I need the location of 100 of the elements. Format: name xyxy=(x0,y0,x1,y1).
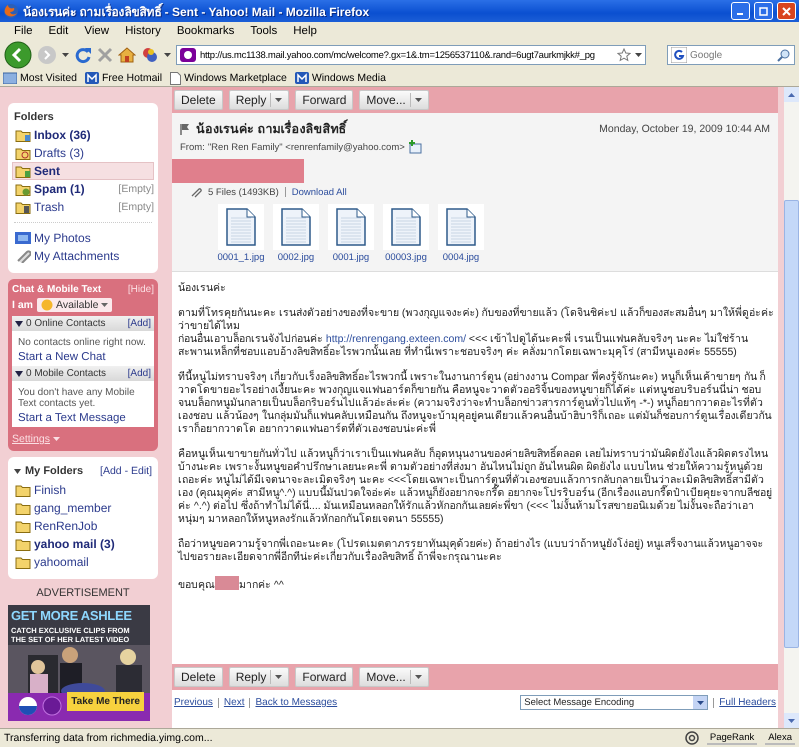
close-icon[interactable] xyxy=(782,6,791,16)
expand-triangle-icon xyxy=(15,370,23,376)
body-text: ถือว่าหนูขอความรู้จากพี่เถอะนะคะ (โปรดเมตตาภรรยาทันมุคุด้วยค่ะ) ถ้าอย่างไร (แบบว่าถ้าหนูยังโง่อยู่) หนูเสร็จงานแล้วหนูอาจจะไปขอรายละเอียดจากพี่อีกทีน่ะค่ะเกี่ยวกับเรื่องลิขสิทธิ์ ถ้าพี่จะกรุณานะคะ xyxy=(178,538,765,564)
flag-icon[interactable] xyxy=(180,123,190,135)
caret-icon xyxy=(52,437,60,441)
scrollbar[interactable] xyxy=(784,87,799,728)
folder-link[interactable]: Sent xyxy=(12,162,154,180)
message-action-button[interactable]: Move... xyxy=(359,90,429,110)
message-action-button[interactable]: Forward xyxy=(295,667,354,687)
folder-link[interactable]: Drafts (3) xyxy=(12,144,154,162)
addon-icon[interactable] xyxy=(141,46,159,64)
ad-button[interactable]: Take Me There xyxy=(67,692,144,711)
sender-address: "Ren Ren Family" <renrenfamily@yahoo.com> xyxy=(208,142,405,152)
message-action-button[interactable]: Delete xyxy=(174,667,223,687)
attachment-summary: 5 Files (1493KB) xyxy=(208,186,279,198)
add-edit-link[interactable]: [Add - Edit] xyxy=(100,465,152,477)
maximize-button[interactable] xyxy=(754,2,773,20)
status-item[interactable]: Alexa xyxy=(765,732,795,744)
menu-item[interactable]: View xyxy=(76,25,118,37)
folder-link[interactable]: gang_member xyxy=(12,499,154,517)
message-action-button[interactable]: Forward xyxy=(295,90,354,110)
maximize-icon[interactable] xyxy=(759,6,768,16)
folder-link[interactable]: Finish xyxy=(12,481,154,499)
encoding-select[interactable]: Select Message Encoding xyxy=(520,695,708,710)
menu-item[interactable]: Edit xyxy=(40,25,76,37)
body-text: คือหนูเห็นเขาขายกันทั่วไป แล้วหนูก็ว่าเราเป็นแฟนคลับ ก็อุดหนุนงานของค่ายลิขสิทธิ์ตลอด เลยไม่ทราบว่ามันผิดยังไงแล้วผิดตรงไหนบ้างนะคะ เพราะงั้นหนูขอคำปรึกษาเลยนะคะพี่ ตามตัวอย่างที่ส่งมา อันไหนไม่ถูก อันไหนผิด ผิดยังไง แบบไหน ช่วยให้ความรู้หนูด้วยเถอะค่ะ หนูไม่ได้มีเจตนาจะละเมิดจริงๆ นะคะ <<<โดยเฉพาะเป็นการ์ตูนที่ตัวเองชอบแล้วการกลับกลายเป็นว่าละเมิดลิขสิทธิ์สามีตัวเอง (คุณมุคุค่ะ สามีหนู^.^) แบบนี้มันปวดใจอ่ะค่ะ แล้วหนูก็ยังอยากจะกรี๊ด อยากจะโปรริบอร์น (อีกเรื่องแอบกรี๊ดป๋าเบียคุยะจากบลีชอยู่ค่ะ ^.^) ต่อไป ซึ่งถ้าทำไม่ได้นี่.... มันเหมือนหลอกให้รักแล้วหักอกกันเลยค่ะพี่ขา (<<< ไม่งั้นห้ามโรสขายอนิเมด้วย ไม่งั้นจะถือว่าเอาหนุ่มๆ มาหลอกให้หนูหลงรักแล้วหักอกกันโดยเจตนา 55555) xyxy=(178,448,774,526)
back-button[interactable] xyxy=(4,41,32,69)
footer-link[interactable]: Previous xyxy=(174,697,213,708)
ad-headline: GET MORE ASHLEE xyxy=(11,608,132,623)
document-icon xyxy=(391,208,421,246)
footer-link[interactable]: Back to Messages xyxy=(255,697,338,708)
scroll-up-icon[interactable] xyxy=(788,92,795,96)
m-logo-icon xyxy=(85,72,99,84)
folder-link[interactable]: Trash xyxy=(12,198,118,216)
empty-folder-link[interactable]: [Empty] xyxy=(118,183,154,195)
empty-message: No contacts online right now. xyxy=(18,337,147,348)
collapse-triangle-icon xyxy=(14,468,21,474)
message-action-button[interactable]: Reply xyxy=(228,667,290,687)
contacts-header[interactable]: 0 Online Contacts [Add] xyxy=(12,316,154,331)
status-dropdown[interactable]: Available xyxy=(37,298,112,312)
folder-link[interactable]: RenRenJob xyxy=(12,517,154,535)
folder-link[interactable]: yahoo mail (3) xyxy=(12,535,154,553)
search-box[interactable]: Google xyxy=(667,45,795,65)
sidebar-link[interactable]: My Attachments xyxy=(12,247,154,265)
body-text: น้องเรนค่ะ xyxy=(178,282,227,295)
folder-link[interactable]: Spam (1) xyxy=(12,180,118,198)
message-subject: น้องเรนค่ะ ถามเรื่องลิขสิทธิ์ xyxy=(196,119,346,139)
status-label: I am xyxy=(12,299,34,311)
folder-icon xyxy=(15,502,31,514)
menu-item[interactable]: Help xyxy=(285,25,325,37)
bookmark-link[interactable]: Most Visited xyxy=(3,72,77,84)
section-heading: Folders xyxy=(14,111,55,123)
menu-item[interactable]: Tools xyxy=(242,25,286,37)
dropdown-caret-icon xyxy=(696,700,704,704)
minimize-button[interactable] xyxy=(731,2,750,20)
paperclip-icon xyxy=(15,249,31,263)
body-text: ก่อนอื่นเอาบล็อกเรนจังไปก่อนค่ะ http://renrengang.exteen.com/ <<< เข้าไปดูได้นะคะพี่ เรนเป็นแฟนคลับจริงๆ นะคะ ไม่ใช่ร้านสะพานเหล็กที่ชอบแอบอ้างลิขสิทธิ์อะไรพวกนั้นเลย ที่ทำนี่เพราะชอบจริงๆ ค่ะ คลั่งมากโดยเฉพาะมุคุโร่ (สามีหนูเองค่ะ 55555) xyxy=(178,333,749,359)
download-all-link[interactable]: Download All xyxy=(292,186,347,198)
link[interactable]: http://renrengang.exteen.com/ xyxy=(326,333,466,345)
photo-icon xyxy=(15,232,31,244)
menu-item[interactable]: File xyxy=(6,25,41,37)
document-icon xyxy=(281,208,311,246)
chat-link[interactable]: Start a Text Message xyxy=(18,412,148,424)
message-action-button[interactable]: Reply xyxy=(228,90,290,110)
message-action-button[interactable]: Delete xyxy=(174,90,223,110)
sidebar-link[interactable]: My Photos xyxy=(12,229,154,247)
chat-link[interactable]: Start a New Chat xyxy=(18,351,148,363)
body-text: ขอบคุณ มากค่ะ ^^ xyxy=(178,576,774,592)
bookmark-link[interactable]: Windows Media xyxy=(294,72,386,84)
window-title: น้องเรนค่ะ ถามเรื่องลิขสิทธิ์ - Sent - Yahoo! Mail - Mozilla Firefox xyxy=(23,2,370,20)
expand-triangle-icon xyxy=(15,320,23,326)
site-icon xyxy=(180,48,196,62)
footer-link[interactable]: Next xyxy=(224,697,244,708)
ad-label: ADVERTISEMENT xyxy=(35,587,131,599)
star-icon[interactable] xyxy=(617,48,631,62)
folder-link[interactable]: yahoomail xyxy=(12,553,154,571)
search-icon[interactable] xyxy=(777,48,791,62)
bookmark-link[interactable]: Windows Marketplace xyxy=(170,72,287,84)
add-link[interactable]: [Add] xyxy=(128,318,151,329)
menu-item[interactable]: History xyxy=(117,25,169,37)
folder-link[interactable]: Inbox (36) xyxy=(12,126,154,144)
reload-icon[interactable] xyxy=(74,46,92,64)
search-engine-icon[interactable] xyxy=(671,47,687,63)
menu-item[interactable]: Bookmarks xyxy=(168,25,242,37)
full-headers-link[interactable]: Full Headers xyxy=(719,697,776,708)
home-icon[interactable] xyxy=(118,46,136,64)
contacts-header[interactable]: 0 Mobile Contacts [Add] xyxy=(12,366,154,381)
add-contact-icon[interactable] xyxy=(408,140,422,154)
folder-icon xyxy=(15,128,31,142)
status-item[interactable]: PageRank xyxy=(706,732,758,744)
folder-icon xyxy=(15,556,31,568)
empty-message: You don't have any Mobile Text contacts yet. xyxy=(18,387,136,409)
message-action-button[interactable]: Move... xyxy=(359,667,429,687)
close-button[interactable] xyxy=(777,2,796,20)
address-bar[interactable]: http://us.mc1138.mail.yahoo.com/mc/welcome?.gx=1&.tm=1256537110&.rand=6ugt7aurkmjkk#_pg xyxy=(176,45,646,65)
add-link[interactable]: [Add] xyxy=(128,368,151,379)
bookmark-link[interactable]: Free Hotmail xyxy=(85,72,162,84)
empty-folder-link[interactable]: [Empty] xyxy=(118,201,154,213)
dropdown-caret-icon xyxy=(164,53,171,57)
scroll-down-icon[interactable] xyxy=(788,718,795,722)
